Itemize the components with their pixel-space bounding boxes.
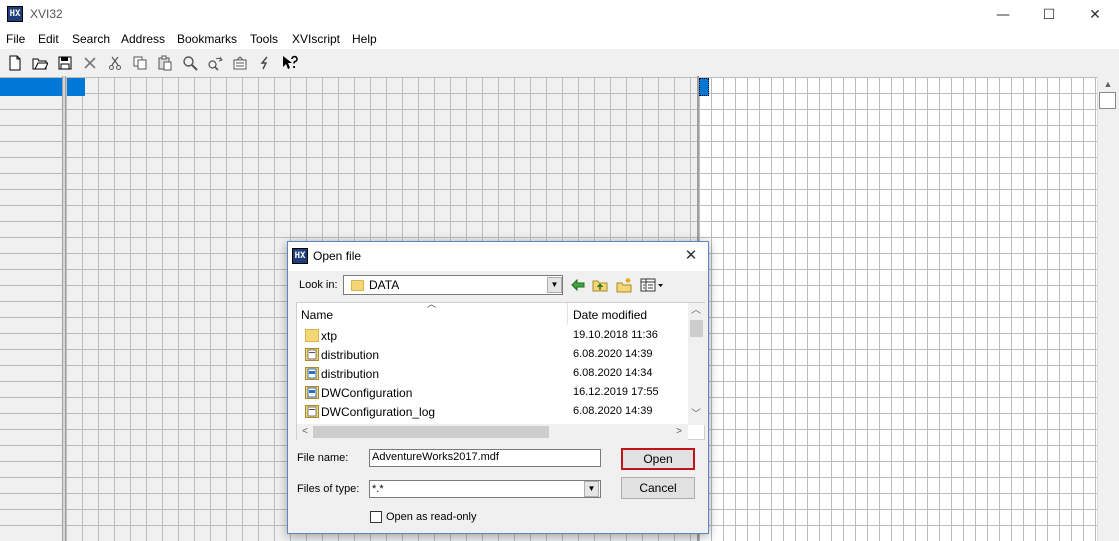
scroll-up-arrow-icon[interactable]: ▲	[1097, 76, 1119, 92]
close-button[interactable]: ✕	[1072, 0, 1118, 30]
maximize-button[interactable]: ☐	[1026, 0, 1072, 30]
chevron-down-icon[interactable]: ▼	[547, 277, 562, 293]
list-item[interactable]: DWConfiguration 16.12.2019 17:55	[297, 384, 687, 403]
file-date: 6.08.2020 14:39	[573, 348, 653, 360]
file-name: DWConfiguration_log	[321, 405, 436, 419]
menu-edit[interactable]: Edit	[38, 32, 59, 46]
column-divider[interactable]	[567, 303, 568, 325]
close-file-icon[interactable]	[79, 52, 101, 74]
folder-icon	[305, 329, 319, 342]
replace-icon[interactable]	[204, 52, 226, 74]
scroll-up-arrow-icon[interactable]: ︿	[688, 303, 704, 319]
app-logo-icon: HX	[7, 6, 23, 22]
dialog-title: Open file	[313, 249, 362, 263]
scrollbar-thumb[interactable]	[690, 320, 703, 337]
column-header-date[interactable]: Date modified	[573, 308, 647, 322]
column-header-name[interactable]: Name	[301, 308, 333, 322]
window-title: XVI32	[30, 7, 63, 21]
file-date: 19.10.2018 11:36	[573, 329, 658, 341]
open-folder-icon[interactable]	[29, 52, 51, 74]
look-in-label: Look in:	[299, 279, 338, 291]
file-date: 6.08.2020 14:39	[573, 405, 653, 417]
back-arrow-icon[interactable]	[568, 276, 588, 294]
copy-icon[interactable]	[129, 52, 151, 74]
menu-tools[interactable]: Tools	[250, 32, 278, 46]
list-item[interactable]: DWConfiguration_log 6.08.2020 14:39	[297, 403, 687, 422]
cancel-button[interactable]: Cancel	[621, 477, 695, 499]
script-icon[interactable]	[254, 52, 276, 74]
toolbar	[0, 49, 1119, 76]
scrollbar-thumb[interactable]	[313, 426, 549, 438]
list-item[interactable]: distribution 6.08.2020 14:39	[297, 346, 687, 365]
chevron-down-icon[interactable]: ▼	[584, 481, 599, 497]
file-date: 6.08.2020 14:34	[573, 367, 653, 379]
scroll-left-arrow-icon[interactable]: <	[297, 424, 313, 440]
menu-help[interactable]: Help	[352, 32, 377, 46]
file-name: xtp	[321, 329, 338, 343]
menu-search[interactable]: Search	[72, 32, 110, 46]
open-file-dialog: HX Open file ✕ Look in: DATA ▼ ︿ Name Da…	[287, 241, 709, 534]
text-grid[interactable]	[699, 77, 1097, 541]
minimize-button[interactable]: —	[980, 0, 1026, 30]
file-list[interactable]: ︿ Name Date modified xtp 19.10.2018 11:3…	[296, 299, 705, 440]
read-only-label[interactable]: Open as read-only	[386, 511, 477, 523]
find-icon[interactable]	[179, 52, 201, 74]
new-file-icon[interactable]	[4, 52, 26, 74]
context-help-icon[interactable]	[279, 52, 301, 74]
paste-icon[interactable]	[154, 52, 176, 74]
scroll-right-arrow-icon[interactable]: >	[671, 424, 687, 440]
files-of-type-combobox[interactable]: *.* ▼	[369, 480, 601, 498]
menu-bar: File Edit Search Address Bookmarks Tools…	[0, 30, 1119, 49]
up-folder-icon[interactable]	[590, 276, 610, 294]
hex-cursor-cell[interactable]	[67, 78, 85, 96]
folder-icon	[351, 280, 364, 291]
file-name-input[interactable]: AdventureWorks2017.mdf	[369, 449, 601, 467]
file-name: DWConfiguration	[321, 386, 413, 400]
list-item[interactable]: distribution 6.08.2020 14:34	[297, 365, 687, 384]
database-file-icon	[305, 348, 319, 361]
menu-address[interactable]: Address	[121, 32, 165, 46]
title-bar: HX XVI32 — ☐ ✕	[0, 0, 1119, 30]
database-log-icon	[305, 367, 319, 380]
database-file-icon	[305, 405, 319, 418]
address-column	[0, 76, 62, 541]
scrollbar-thumb[interactable]	[1099, 92, 1116, 109]
address-selection	[0, 78, 62, 96]
files-of-type-label: Files of type:	[297, 483, 360, 495]
file-name: distribution	[321, 348, 380, 362]
dialog-close-button[interactable]: ✕	[676, 243, 706, 269]
look-in-combobox[interactable]: DATA ▼	[343, 275, 563, 295]
dialog-title-bar: HX Open file ✕	[288, 242, 708, 271]
files-of-type-value: *.*	[372, 483, 384, 495]
file-date: 16.12.2019 17:55	[573, 386, 659, 398]
view-menu-icon[interactable]	[638, 276, 666, 294]
sort-ascending-icon: ︿	[427, 299, 437, 309]
cut-icon[interactable]	[104, 52, 126, 74]
file-name-label: File name:	[297, 452, 349, 464]
open-button[interactable]: Open	[621, 448, 695, 470]
app-logo-icon: HX	[292, 248, 308, 264]
editor-vertical-scrollbar[interactable]	[1097, 76, 1119, 541]
scroll-down-arrow-icon[interactable]: ﹀	[688, 407, 704, 423]
list-item[interactable]: xtp 19.10.2018 11:36	[297, 327, 687, 346]
read-only-checkbox[interactable]	[370, 511, 382, 523]
settings-icon[interactable]	[229, 52, 251, 74]
text-cursor-cell[interactable]	[699, 78, 709, 96]
new-folder-icon[interactable]	[614, 276, 634, 294]
menu-bookmarks[interactable]: Bookmarks	[177, 32, 237, 46]
menu-file[interactable]: File	[6, 32, 25, 46]
menu-xviscript[interactable]: XVIscript	[292, 32, 340, 46]
save-icon[interactable]	[54, 52, 76, 74]
file-name: distribution	[321, 367, 380, 381]
database-log-icon	[305, 386, 319, 399]
look-in-value: DATA	[369, 278, 400, 292]
